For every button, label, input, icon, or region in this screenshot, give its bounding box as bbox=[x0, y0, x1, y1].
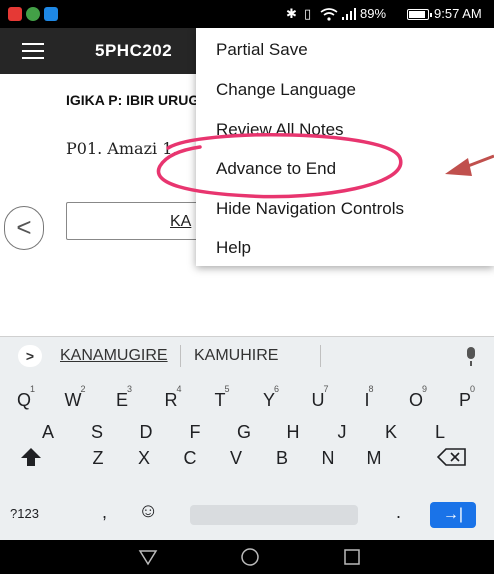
recents-square-icon[interactable] bbox=[342, 547, 362, 567]
menu-item-review-all-notes[interactable]: Review All Notes bbox=[216, 120, 344, 140]
key-h[interactable]: H bbox=[281, 422, 305, 443]
enter-key[interactable]: →| bbox=[430, 502, 476, 528]
key-q[interactable]: Q1 bbox=[12, 384, 36, 411]
overflow-menu: Partial Save Change Language Review All … bbox=[196, 28, 494, 266]
key-n[interactable]: N bbox=[316, 448, 340, 469]
key-w[interactable]: W2 bbox=[61, 384, 86, 411]
key-c[interactable]: C bbox=[178, 448, 202, 469]
key-s[interactable]: S bbox=[85, 422, 109, 443]
chevron-left-icon[interactable]: < bbox=[4, 206, 44, 250]
key-a[interactable]: A bbox=[36, 422, 60, 443]
wifi-icon bbox=[320, 8, 338, 21]
suggestion-expand-icon[interactable]: > bbox=[18, 345, 42, 367]
on-screen-keyboard: Q1 W2 E3 R4 T5 Y6 U7 I8 O9 P0 A S D F G H J K L Z X C V B N M ?… bbox=[0, 374, 494, 540]
key-f[interactable]: F bbox=[183, 422, 207, 443]
key-t[interactable]: T5 bbox=[208, 384, 232, 411]
battery-icon bbox=[407, 9, 432, 20]
menu-item-hide-navigation-controls[interactable]: Hide Navigation Controls bbox=[216, 199, 404, 219]
shift-icon[interactable] bbox=[20, 447, 42, 467]
key-x[interactable]: X bbox=[132, 448, 156, 469]
suggestion-strip: > KANAMUGIRE KAMUHIRE bbox=[0, 336, 494, 374]
app-notification-icon bbox=[44, 7, 58, 21]
suggestion-word[interactable]: KANAMUGIRE bbox=[60, 347, 168, 365]
key-b[interactable]: B bbox=[270, 448, 294, 469]
whatsapp-icon bbox=[26, 7, 40, 21]
answer-value: KA bbox=[170, 213, 192, 230]
divider bbox=[320, 345, 321, 367]
key-j[interactable]: J bbox=[330, 422, 354, 443]
menu-item-change-language[interactable]: Change Language bbox=[216, 80, 356, 100]
backspace-icon[interactable] bbox=[437, 447, 467, 467]
key-o[interactable]: O9 bbox=[404, 384, 428, 411]
back-triangle-icon[interactable] bbox=[138, 547, 158, 567]
battery-percent: 89% bbox=[360, 6, 387, 21]
section-title: IGIKA P: IBIR URUGO bbox=[66, 92, 211, 108]
app-notification-icon bbox=[8, 7, 22, 21]
key-y[interactable]: Y6 bbox=[257, 384, 281, 411]
home-circle-icon[interactable] bbox=[240, 547, 260, 567]
key-u[interactable]: U7 bbox=[306, 384, 330, 411]
divider bbox=[180, 345, 181, 367]
comma-key[interactable]: , bbox=[102, 502, 107, 523]
app-title: 5PHC202 bbox=[95, 41, 173, 60]
microphone-icon[interactable] bbox=[467, 347, 475, 366]
period-key[interactable]: . bbox=[396, 502, 401, 523]
key-p[interactable]: P0 bbox=[453, 384, 477, 411]
suggestion-word[interactable]: KAMUHIRE bbox=[194, 347, 278, 365]
key-l[interactable]: L bbox=[428, 422, 452, 443]
key-d[interactable]: D bbox=[134, 422, 158, 443]
key-v[interactable]: V bbox=[224, 448, 248, 469]
key-g[interactable]: G bbox=[232, 422, 256, 443]
vibrate-icon: ▯ bbox=[304, 6, 312, 21]
key-r[interactable]: R4 bbox=[159, 384, 183, 411]
symbols-key[interactable]: ?123 bbox=[10, 506, 39, 521]
emoji-key[interactable]: ☺ bbox=[138, 500, 158, 523]
hamburger-icon[interactable] bbox=[22, 43, 44, 59]
clock: 9:57 AM bbox=[434, 6, 482, 21]
key-i[interactable]: I8 bbox=[355, 384, 379, 411]
question-text: P01. Amazi 1. bbox=[66, 139, 178, 158]
key-e[interactable]: E3 bbox=[110, 384, 134, 411]
menu-item-partial-save[interactable]: Partial Save bbox=[216, 40, 308, 60]
bluetooth-icon: ✱ bbox=[286, 6, 297, 21]
system-nav-bar bbox=[0, 540, 494, 574]
key-z[interactable]: Z bbox=[86, 448, 110, 469]
status-bar: ✱ ▯ 89% 9:57 AM bbox=[0, 0, 494, 28]
key-m[interactable]: M bbox=[362, 448, 386, 469]
space-bar[interactable] bbox=[190, 505, 358, 525]
signal-icon bbox=[342, 8, 356, 20]
menu-item-help[interactable]: Help bbox=[216, 238, 251, 258]
menu-item-advance-to-end[interactable]: Advance to End bbox=[216, 159, 336, 179]
key-k[interactable]: K bbox=[379, 422, 403, 443]
